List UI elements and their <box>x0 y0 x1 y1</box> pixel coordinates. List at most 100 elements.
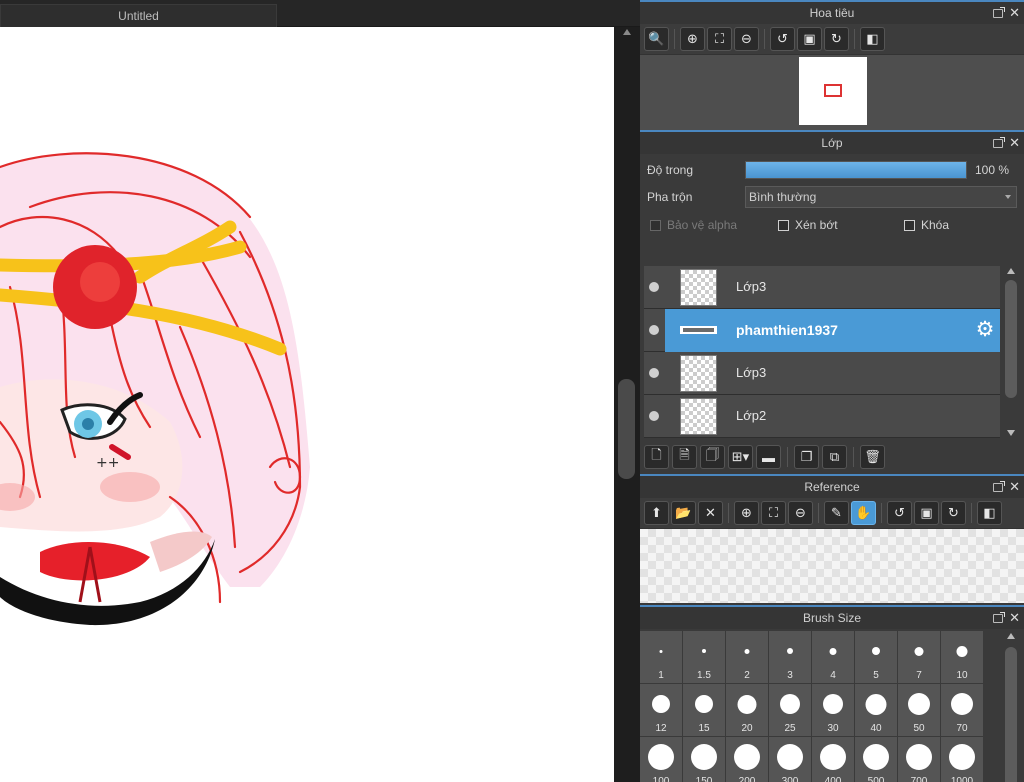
brush-size-cell[interactable]: 400 <box>812 737 854 782</box>
rotate-right-icon[interactable]: ↻ <box>824 27 849 51</box>
scroll-up-arrow-icon[interactable] <box>623 29 631 35</box>
hand-icon[interactable]: ✋ <box>851 501 876 525</box>
toolbar-separator <box>764 29 765 49</box>
scroll-down-arrow-icon[interactable] <box>1007 430 1015 436</box>
open-folder-icon[interactable]: 📂 <box>671 501 696 525</box>
brush-dot-icon <box>744 648 750 654</box>
close-panel-icon[interactable]: ✕ <box>1009 6 1020 19</box>
scroll-thumb[interactable] <box>1005 647 1017 782</box>
brush-size-cell[interactable]: 1.5 <box>683 631 725 683</box>
zoom-out-icon[interactable]: ⊖ <box>788 501 813 525</box>
undock-icon[interactable] <box>993 611 1006 623</box>
navigator-toolbar: 🔍 ⊕ ⛶ ⊖ ↺ ▣ ↻ ◧ <box>640 24 1024 54</box>
brush-size-cell[interactable]: 200 <box>726 737 768 782</box>
view-rectangle[interactable] <box>824 84 842 97</box>
brush-size-cell[interactable]: 700 <box>898 737 940 782</box>
close-panel-icon[interactable]: ✕ <box>1009 611 1020 624</box>
brush-dot-icon <box>908 693 930 715</box>
close-panel-icon[interactable]: ✕ <box>1009 480 1020 493</box>
gear-icon[interactable]: ⚙ <box>974 319 996 341</box>
brush-size-cell[interactable]: 30 <box>812 684 854 736</box>
fit-icon[interactable]: ⛶ <box>761 501 786 525</box>
rotate-left-icon[interactable]: ↺ <box>770 27 795 51</box>
scroll-thumb[interactable] <box>618 379 635 479</box>
brush-size-cell[interactable]: 20 <box>726 684 768 736</box>
duplicate-layer-icon[interactable]: ❐ <box>794 445 819 469</box>
brush-size-cell[interactable]: 5 <box>855 631 897 683</box>
brush-size-cell[interactable]: 3 <box>769 631 811 683</box>
visibility-dot-icon[interactable] <box>649 411 659 421</box>
visibility-dot-icon[interactable] <box>649 325 659 335</box>
flip-icon[interactable]: ◧ <box>860 27 885 51</box>
zoom-out-icon[interactable]: ⊖ <box>734 27 759 51</box>
protect-alpha-checkbox[interactable]: Bảo vệ alpha <box>650 218 778 232</box>
delete-layer-icon[interactable]: 🗑 <box>860 445 885 469</box>
rotate-right-icon[interactable]: ↻ <box>941 501 966 525</box>
undock-icon[interactable] <box>993 480 1006 492</box>
fit-icon[interactable]: ⛶ <box>707 27 732 51</box>
brush-size-cell[interactable]: 12 <box>640 684 682 736</box>
new-layer-icon[interactable]: 🗋 <box>644 445 669 469</box>
brush-dot-icon <box>820 744 846 770</box>
upload-icon[interactable]: ⬆ <box>644 501 669 525</box>
document-tab[interactable]: Untitled <box>0 4 277 27</box>
brush-size-cell[interactable]: 50 <box>898 684 940 736</box>
brush-size-cell[interactable]: 70 <box>941 684 983 736</box>
drawing-canvas[interactable]: ++ <box>0 27 614 782</box>
layer-row[interactable]: Lớp3 <box>644 266 1000 309</box>
layer-name: Lớp3 <box>736 365 767 380</box>
brush-size-cell[interactable]: 10 <box>941 631 983 683</box>
reset-view-icon[interactable]: ▣ <box>797 27 822 51</box>
merge-layer-icon[interactable]: ⧉ <box>822 445 847 469</box>
layer-list-scrollbar[interactable] <box>1002 266 1020 438</box>
reset-view-icon[interactable]: ▣ <box>914 501 939 525</box>
layer-row[interactable]: Lớp2 <box>644 395 1000 438</box>
canvas-vertical-scrollbar[interactable] <box>614 27 640 782</box>
visibility-dot-icon[interactable] <box>649 368 659 378</box>
brush-size-scrollbar[interactable] <box>1002 629 1020 782</box>
undock-icon[interactable] <box>993 136 1006 148</box>
brush-size-cell[interactable]: 500 <box>855 737 897 782</box>
brush-dot-icon <box>951 693 973 715</box>
brush-size-cell[interactable]: 40 <box>855 684 897 736</box>
scroll-up-arrow-icon[interactable] <box>1007 268 1015 274</box>
toolbar-separator <box>818 503 819 523</box>
opacity-slider[interactable] <box>745 160 967 179</box>
zoom-in-icon[interactable]: ⊕ <box>680 27 705 51</box>
layer-row[interactable]: Lớp3 <box>644 352 1000 395</box>
eyedropper-icon[interactable]: ✎ <box>824 501 849 525</box>
brush-size-cell[interactable]: 4 <box>812 631 854 683</box>
scroll-up-arrow-icon[interactable] <box>1007 633 1015 639</box>
brush-size-cell[interactable]: 1 <box>640 631 682 683</box>
new-halftone-layer-icon[interactable]: 🗎 <box>672 445 697 469</box>
brush-size-cell[interactable]: 25 <box>769 684 811 736</box>
navigator-preview[interactable] <box>640 54 1024 130</box>
brush-size-cell[interactable]: 2 <box>726 631 768 683</box>
brush-size-cell[interactable]: 15 <box>683 684 725 736</box>
add-layer-menu-icon[interactable]: ⊞▾ <box>728 445 753 469</box>
close-icon[interactable]: ✕ <box>698 501 723 525</box>
layer-thumbnail <box>680 398 717 435</box>
lock-checkbox[interactable]: Khóa <box>904 218 949 232</box>
layer-row-selected[interactable]: phamthien1937 ⚙ <box>644 309 1000 352</box>
brush-size-cell[interactable]: 7 <box>898 631 940 683</box>
new-8bit-layer-icon[interactable]: 🗍 <box>700 445 725 469</box>
reference-viewer[interactable] <box>640 528 1024 603</box>
brush-size-cell[interactable]: 150 <box>683 737 725 782</box>
close-panel-icon[interactable]: ✕ <box>1009 136 1020 149</box>
brush-size-cell[interactable]: 300 <box>769 737 811 782</box>
flip-icon[interactable]: ◧ <box>977 501 1002 525</box>
zoom-actual-icon[interactable]: 🔍 <box>644 27 669 51</box>
undock-icon[interactable] <box>993 6 1006 18</box>
rotate-left-icon[interactable]: ↺ <box>887 501 912 525</box>
zoom-in-icon[interactable]: ⊕ <box>734 501 759 525</box>
brush-size-label: 50 <box>913 723 925 734</box>
visibility-dot-icon[interactable] <box>649 282 659 292</box>
scroll-thumb[interactable] <box>1005 280 1017 398</box>
clipping-checkbox[interactable]: Xén bớt <box>778 218 904 232</box>
brush-size-cell[interactable]: 1000 <box>941 737 983 782</box>
folder-icon[interactable]: ▬ <box>756 445 781 469</box>
blend-mode-select[interactable]: Bình thường <box>745 185 1017 208</box>
layer-thumbnail <box>680 312 717 349</box>
brush-size-cell[interactable]: 100 <box>640 737 682 782</box>
